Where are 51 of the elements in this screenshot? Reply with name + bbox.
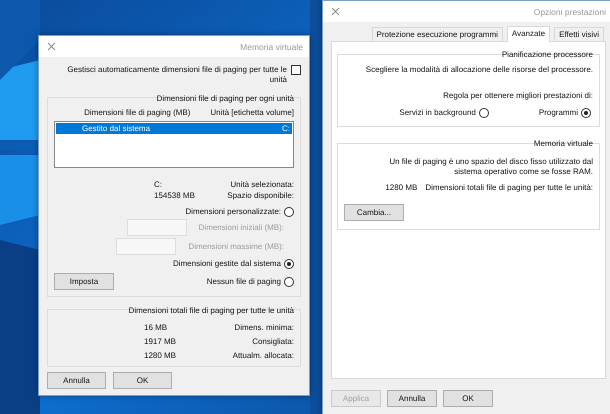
field-label: Spazio disponibile: bbox=[226, 191, 294, 201]
radio-button[interactable] bbox=[284, 276, 294, 286]
field-value: 154538 MB bbox=[154, 191, 194, 201]
radio-label: Servizi in background bbox=[399, 108, 476, 118]
field-value: 1280 MB bbox=[385, 183, 418, 193]
set-button[interactable]: Imposta bbox=[54, 273, 114, 290]
group-title: Dimensioni file di paging per ogni unità bbox=[156, 94, 294, 104]
group-title: Pianificazione processore bbox=[500, 50, 593, 60]
dialog-button[interactable]: OK bbox=[443, 390, 493, 407]
tab[interactable]: Avanzate bbox=[506, 26, 550, 42]
prompt-text: Regola per ottenere migliori prestazioni di: bbox=[442, 91, 593, 101]
group-title: Memoria virtuale bbox=[532, 139, 593, 149]
field-value: C: bbox=[154, 180, 163, 190]
field-label: Dimensioni iniziali (MB): bbox=[198, 222, 284, 232]
input-field[interactable] bbox=[126, 219, 187, 236]
tab[interactable]: Effetti visivi bbox=[554, 27, 604, 42]
window-title: Memoria virtuale bbox=[240, 42, 303, 52]
field-label: Attualm. allocata: bbox=[232, 351, 294, 361]
radio-label: Dimensioni personalizzate: bbox=[185, 207, 281, 217]
field-label: Consigliata: bbox=[251, 337, 294, 347]
close-icon[interactable] bbox=[47, 42, 56, 51]
dialog-button[interactable]: Annulla bbox=[47, 372, 106, 389]
description: Scegliere la modalità di allocazione delle risorse del processore. bbox=[364, 65, 593, 75]
column-header: Unità [etichetta volume] bbox=[210, 108, 294, 118]
radio-label: Nessun file di paging bbox=[206, 276, 281, 286]
field-value: 16 MB bbox=[144, 323, 168, 333]
radio-button[interactable] bbox=[284, 207, 294, 217]
radio-label: Dimensioni gestite dal sistema bbox=[172, 259, 281, 269]
checkbox[interactable] bbox=[291, 65, 301, 75]
change-button[interactable]: Cambia... bbox=[344, 204, 404, 221]
column-header: Dimensioni file di paging (MB) bbox=[84, 108, 190, 118]
radio-label: Programmi bbox=[538, 108, 578, 118]
field-label: Dimens. minima: bbox=[233, 323, 294, 333]
dialog-button[interactable]: Annulla bbox=[387, 390, 437, 407]
field-value: 1280 MB bbox=[144, 351, 178, 361]
dialog-button[interactable]: OK bbox=[113, 372, 172, 389]
field-value: 1917 MB bbox=[144, 337, 178, 347]
description: Un file di paging è uno spazio del disco fisso utilizzato dal sistema operativo come se fosse RAM. bbox=[388, 157, 593, 177]
radio-button[interactable] bbox=[581, 108, 591, 118]
checkbox-label: Gestisci automaticamente dimensioni file di paging per tutte le unità bbox=[67, 65, 287, 85]
close-icon[interactable] bbox=[331, 7, 340, 16]
input-field[interactable] bbox=[116, 238, 176, 255]
tab[interactable]: Protezione esecuzione programmi bbox=[372, 27, 503, 42]
list-row[interactable]: Gestito dal sistema C: bbox=[56, 123, 292, 134]
window-title: Opzioni prestazioni bbox=[534, 6, 606, 16]
radio-button[interactable] bbox=[284, 259, 294, 269]
radio-button[interactable] bbox=[478, 108, 489, 118]
field-label: Dimensioni totali file di paging per tutte le unità: bbox=[425, 183, 593, 193]
group-title: Dimensioni totali file di paging per tutte le unità bbox=[128, 306, 294, 316]
field-label: Unità selezionata: bbox=[229, 180, 294, 190]
field-label: Dimensioni massime (MB): bbox=[188, 242, 284, 252]
